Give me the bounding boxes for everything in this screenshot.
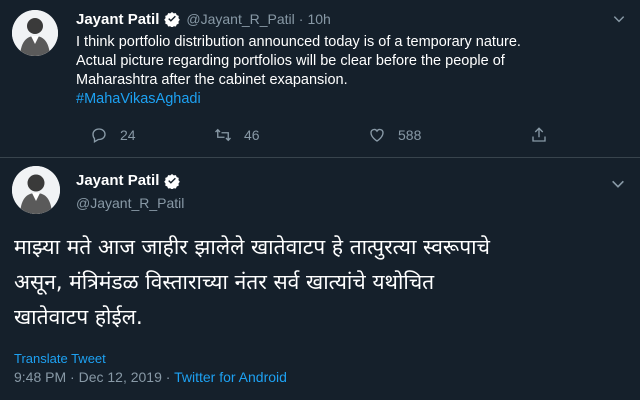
reply-icon: [92, 128, 106, 143]
verified-icon: [164, 12, 181, 27]
author-handle[interactable]: @Jayant_R_Patil: [76, 195, 184, 211]
separator-dot: ·: [165, 369, 171, 385]
tweet-actions: 24 46 588: [90, 122, 550, 148]
tweet-text-line: I think portfolio distribution announced…: [76, 34, 521, 50]
tweet-header: Jayant Patil @Jayant_R_Patil · 10h: [76, 8, 331, 30]
share-button[interactable]: [530, 126, 560, 144]
tweet-text-line: Actual picture regarding portfolios will…: [76, 53, 505, 69]
tweet-text-line: Maharashtra after the cabinet exapansion…: [76, 72, 348, 88]
avatar[interactable]: [12, 166, 60, 214]
verified-icon: [164, 173, 181, 189]
like-count: 588: [398, 127, 422, 143]
retweet-icon: [215, 128, 231, 142]
author-name[interactable]: Jayant Patil: [76, 11, 159, 28]
like-icon: [370, 128, 384, 142]
separator-dot: ·: [298, 11, 304, 27]
chevron-down-icon[interactable]: [610, 176, 626, 192]
profile-photo-icon: [12, 10, 58, 56]
share-icon: [532, 127, 546, 142]
avatar[interactable]: [12, 10, 58, 56]
main-tweet-text: माझ्या मते आज जाहीर झालेले खातेवाटप हे त…: [14, 230, 626, 335]
tweet-text-line: असून, मंत्रिमंडळ विस्ताराच्या नंतर सर्व …: [14, 270, 435, 294]
previous-tweet[interactable]: Jayant Patil @Jayant_R_Patil · 10h I thi…: [0, 0, 640, 158]
translate-tweet-link[interactable]: Translate Tweet: [14, 351, 106, 366]
reply-count: 24: [120, 127, 136, 143]
tweet-metadata: 9:48 PM · Dec 12, 2019 · Twitter for And…: [14, 369, 287, 385]
chevron-down-icon[interactable]: [612, 12, 626, 26]
reply-button[interactable]: 24: [90, 126, 136, 144]
tweet-thread-screen: Jayant Patil @Jayant_R_Patil · 10h I thi…: [0, 0, 640, 400]
hashtag-link[interactable]: #MahaVikasAghadi: [76, 90, 616, 109]
tweet-source-link[interactable]: Twitter for Android: [174, 369, 287, 385]
tweet-text: I think portfolio distribution announced…: [76, 33, 616, 109]
author-name[interactable]: Jayant Patil: [76, 172, 159, 189]
profile-photo-icon: [12, 166, 60, 214]
tweet-text-line: माझ्या मते आज जाहीर झालेले खातेवाटप हे त…: [14, 235, 490, 259]
author-handle[interactable]: @Jayant_R_Patil: [186, 11, 294, 27]
main-author-row: Jayant Patil: [76, 172, 181, 189]
retweet-button[interactable]: 46: [214, 126, 260, 144]
retweet-count: 46: [244, 127, 260, 143]
tweet-time[interactable]: 9:48 PM: [14, 369, 66, 385]
like-button[interactable]: 588: [368, 126, 421, 144]
tweet-date[interactable]: Dec 12, 2019: [79, 369, 162, 385]
separator-dot: ·: [70, 369, 75, 385]
tweet-text-line: खातेवाटप होईल.: [14, 305, 143, 329]
tweet-time[interactable]: 10h: [307, 11, 330, 27]
